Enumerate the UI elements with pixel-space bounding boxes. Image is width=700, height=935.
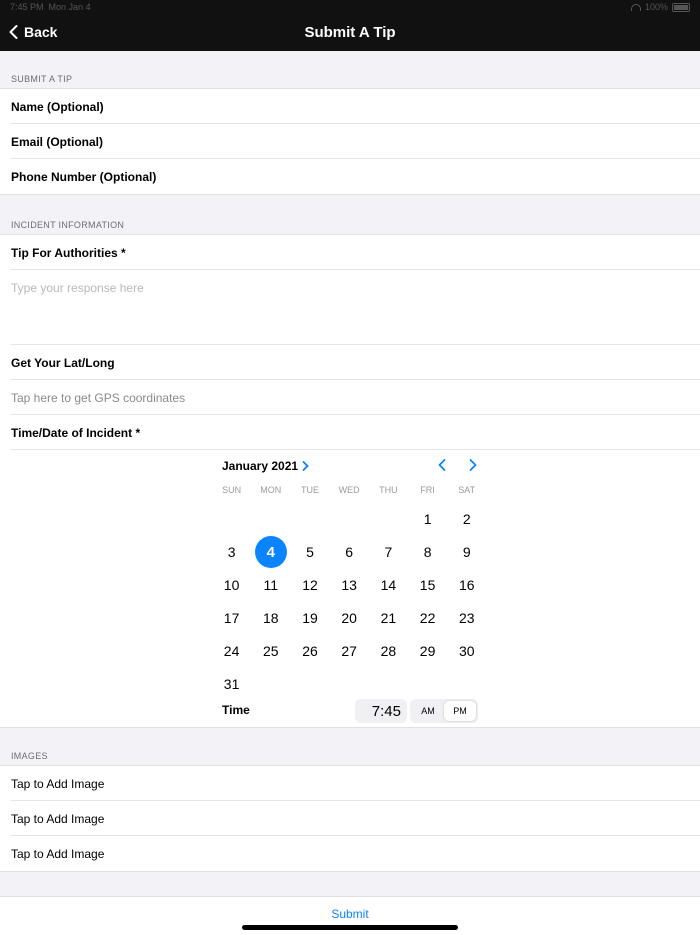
chevron-right-icon	[302, 461, 309, 471]
gps-button[interactable]: Tap here to get GPS coordinates	[0, 380, 700, 415]
images-group: Tap to Add Image Tap to Add Image Tap to…	[0, 765, 700, 872]
previous-month-button[interactable]	[437, 458, 447, 472]
calendar-day[interactable]: 1	[412, 503, 444, 535]
calendar-day[interactable]: 23	[451, 602, 483, 634]
calendar-day[interactable]: 10	[216, 569, 248, 601]
latlong-label-row: Get Your Lat/Long	[0, 345, 700, 380]
section-header-incident: INCIDENT INFORMATION	[11, 220, 125, 230]
status-bar: 7:45 PM Mon Jan 4 100%	[0, 0, 700, 14]
calendar-day[interactable]: 14	[372, 569, 404, 601]
battery-percent: 100%	[644, 2, 668, 12]
am-pm-toggle: AM PM	[410, 699, 478, 723]
weekday-label: SAT	[458, 485, 476, 495]
calendar-day[interactable]: 22	[412, 602, 444, 634]
status-time: 7:45 PM Mon Jan 4	[10, 2, 91, 12]
calendar-day[interactable]: 31	[216, 668, 248, 700]
calendar-day[interactable]: 5	[294, 536, 326, 568]
add-image-button[interactable]: Tap to Add Image	[0, 801, 700, 836]
page-title: Submit A Tip	[304, 24, 396, 41]
calendar-day[interactable]: 24	[216, 635, 248, 667]
name-label: Name (Optional)	[11, 99, 104, 114]
add-image-label: Tap to Add Image	[11, 846, 105, 861]
home-indicator	[242, 925, 458, 930]
calendar-day[interactable]: 12	[294, 569, 326, 601]
phone-label: Phone Number (Optional)	[11, 169, 157, 184]
calendar-day[interactable]: 16	[451, 569, 483, 601]
tip-label-row: Tip For Authorities *	[0, 235, 700, 270]
calendar-day[interactable]: 27	[333, 635, 365, 667]
status-clock: 7:45 PM	[10, 2, 44, 12]
tip-placeholder: Type your response here	[11, 281, 144, 295]
calendar-day[interactable]: 6	[333, 536, 365, 568]
time-label: Time	[222, 703, 250, 717]
wifi-icon	[630, 3, 641, 11]
calendar-day[interactable]: 9	[451, 536, 483, 568]
weekday-label: TUE	[300, 485, 319, 495]
calendar-day[interactable]: 15	[412, 569, 444, 601]
email-field[interactable]: Email (Optional)	[0, 124, 700, 159]
add-image-label: Tap to Add Image	[11, 776, 105, 791]
tip-textarea[interactable]: Type your response here	[0, 270, 700, 345]
pm-option[interactable]: PM	[444, 701, 476, 721]
incident-group: Tip For Authorities * Type your response…	[0, 234, 700, 728]
datetime-label-row: Time/Date of Incident *	[0, 415, 700, 450]
calendar-day[interactable]: 21	[372, 602, 404, 634]
weekday-label: WED	[338, 485, 360, 495]
calendar-day[interactable]: 8	[412, 536, 444, 568]
email-label: Email (Optional)	[11, 134, 104, 149]
battery-icon	[672, 2, 690, 12]
time-input[interactable]: 7:45	[355, 699, 407, 723]
weekday-label: MON	[260, 485, 282, 495]
status-date: Mon Jan 4	[48, 2, 91, 12]
calendar-day[interactable]: 30	[451, 635, 483, 667]
add-image-label: Tap to Add Image	[11, 811, 105, 826]
next-month-button[interactable]	[468, 458, 478, 472]
calendar-day[interactable]: 26	[294, 635, 326, 667]
calendar-day[interactable]: 29	[412, 635, 444, 667]
am-option[interactable]: AM	[412, 701, 444, 721]
calendar-day[interactable]: 25	[255, 635, 287, 667]
calendar-day[interactable]: 18	[255, 602, 287, 634]
section-header-submit: SUBMIT A TIP	[11, 74, 73, 84]
weekday-label: THU	[379, 485, 398, 495]
calendar-day[interactable]: 7	[372, 536, 404, 568]
calendar-day[interactable]: 19	[294, 602, 326, 634]
weekday-label: SUN	[222, 485, 242, 495]
calendar-day[interactable]: 28	[372, 635, 404, 667]
navigation-bar: Back Submit A Tip	[0, 14, 700, 51]
weekday-header: SUN MON TUE WED THU FRI SAT	[212, 485, 490, 495]
submit-button[interactable]: Submit	[0, 907, 700, 921]
calendar-day-selected[interactable]: 4	[254, 536, 287, 568]
status-right: 100%	[630, 2, 690, 12]
name-field[interactable]: Name (Optional)	[0, 89, 700, 124]
calendar-day[interactable]: 2	[451, 503, 483, 535]
submit-group: Name (Optional) Email (Optional) Phone N…	[0, 88, 700, 195]
month-selector[interactable]: January 2021	[222, 459, 309, 473]
gps-hint: Tap here to get GPS coordinates	[11, 390, 186, 405]
phone-field[interactable]: Phone Number (Optional)	[0, 159, 700, 194]
section-header-images: IMAGES	[11, 751, 48, 761]
calendar-day[interactable]: 20	[333, 602, 365, 634]
weekday-label: FRI	[420, 485, 435, 495]
add-image-button[interactable]: Tap to Add Image	[0, 766, 700, 801]
month-label: January 2021	[222, 459, 299, 473]
calendar-day[interactable]: 13	[333, 569, 365, 601]
date-picker: January 2021 SUN MON TUE WED THU FRI SAT…	[212, 453, 490, 727]
calendar-day[interactable]: 3	[216, 536, 248, 568]
tip-label: Tip For Authorities *	[11, 245, 126, 260]
latlong-label: Get Your Lat/Long	[11, 355, 115, 370]
calendar-day[interactable]: 17	[216, 602, 248, 634]
add-image-button[interactable]: Tap to Add Image	[0, 836, 700, 871]
datetime-label: Time/Date of Incident *	[11, 425, 141, 440]
calendar-day[interactable]: 11	[255, 569, 287, 601]
